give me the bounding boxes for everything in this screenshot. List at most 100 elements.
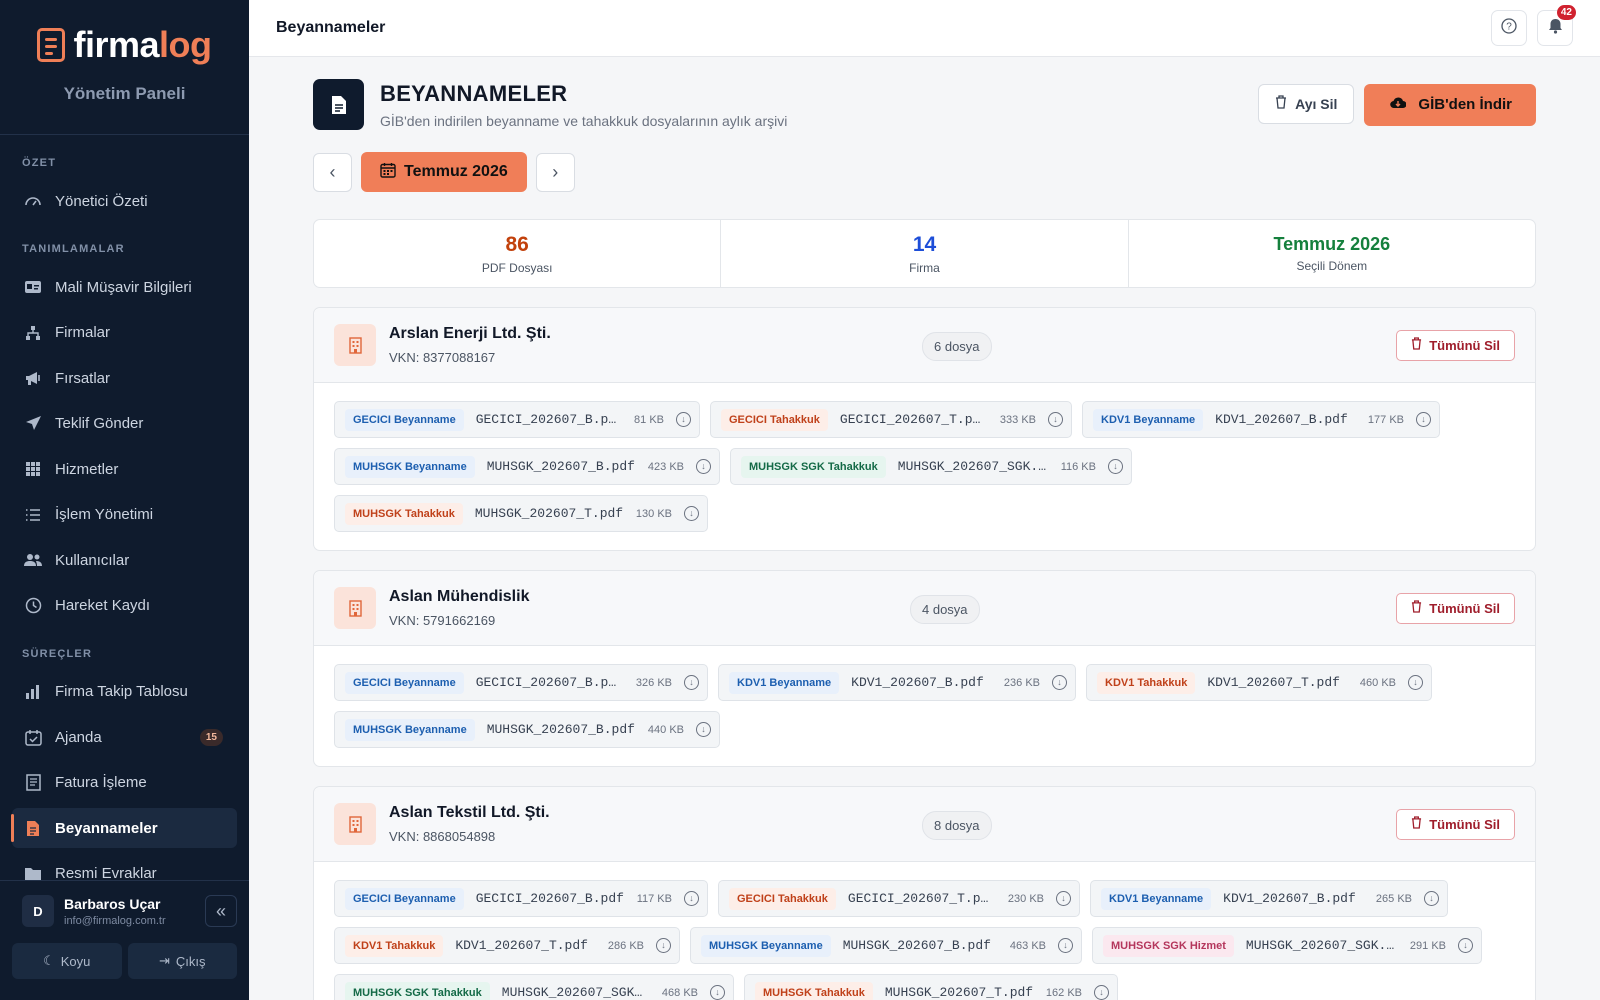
logout-button[interactable]: ⇥ Çıkış: [127, 943, 237, 979]
file-chip[interactable]: MUHSGK Beyanname MUHSGK_202607_B.pdf 463 K…: [690, 927, 1082, 964]
file-size: 130 KB: [635, 507, 672, 520]
file-chip[interactable]: GECICI Tahakkuk GECICI_202607_T.pdf 333 KB…: [710, 401, 1072, 438]
sidebar-item-islem-yonetimi[interactable]: İşlem Yönetimi: [12, 495, 237, 535]
download-icon[interactable]: ↓: [684, 675, 699, 690]
sidebar-item-hizmetler[interactable]: Hizmetler: [12, 449, 237, 489]
building-icon: [334, 587, 376, 629]
sidebar-item-firma-takip[interactable]: Firma Takip Tablosu: [12, 672, 237, 712]
sidebar-item-yonetici-ozeti[interactable]: Yönetici Özeti: [12, 181, 237, 221]
nav-section-label: SÜREÇLER: [22, 647, 93, 660]
download-icon[interactable]: ↓: [684, 506, 699, 521]
topbar-title: Beyannameler: [276, 19, 386, 36]
sidebar-item-firmalar[interactable]: Firmalar: [12, 313, 237, 353]
download-icon[interactable]: ↓: [1058, 938, 1073, 953]
download-icon[interactable]: ↓: [1056, 891, 1071, 906]
download-label: GİB'den İndir: [1418, 96, 1512, 113]
prev-month-button[interactable]: ‹: [313, 152, 352, 192]
calendar-icon: [380, 162, 396, 183]
file-chip[interactable]: MUHSGK Tahakkuk MUHSGK_202607_T.pdf 162 KB…: [744, 974, 1118, 1000]
file-size: 440 KB: [647, 723, 684, 736]
file-size: 81 KB: [634, 413, 664, 426]
file-name: GECICI_202607_B.pdf: [475, 675, 624, 690]
file-name: MUHSGK_202607_SGK.pdf: [501, 985, 650, 1000]
theme-toggle-button[interactable]: ☾ Koyu: [12, 943, 122, 979]
download-icon[interactable]: ↓: [696, 722, 711, 737]
file-chip[interactable]: MUHSGK SGK Hizmet MUHSGK_202607_SGK.pdf 29…: [1092, 927, 1482, 964]
collapse-sidebar-button[interactable]: «: [205, 895, 237, 927]
download-icon[interactable]: ↓: [1052, 675, 1067, 690]
receipt-icon: [23, 773, 43, 793]
stat-value: 86: [505, 232, 529, 256]
sidebar-item-label: Hareket Kaydı: [55, 597, 151, 614]
building-icon: [334, 324, 376, 366]
sidebar-item-firsatlar[interactable]: Fırsatlar: [12, 358, 237, 398]
file-chip[interactable]: KDV1 Tahakkuk KDV1_202607_T.pdf 460 KB ↓: [1086, 664, 1432, 701]
file-name: MUHSGK_202607_T.pdf: [474, 506, 624, 521]
download-icon[interactable]: ↓: [1094, 985, 1109, 1000]
sidebar-item-fatura-isleme[interactable]: Fatura İşleme: [12, 763, 237, 803]
file-chip[interactable]: GECICI Beyanname GECICI_202607_B.pdf 81 KB…: [334, 401, 700, 438]
file-chip[interactable]: KDV1 Beyanname KDV1_202607_B.pdf 265 KB ↓: [1090, 880, 1448, 917]
ajanda-count-badge: 15: [199, 728, 223, 746]
file-chip[interactable]: MUHSGK Tahakkuk MUHSGK_202607_T.pdf 130 KB…: [334, 495, 708, 532]
delete-all-button[interactable]: Tümünü Sil: [1396, 329, 1515, 361]
sidebar-item-mali-musavir[interactable]: Mali Müşavir Bilgileri: [12, 267, 237, 307]
sidebar-item-ajanda[interactable]: Ajanda 15: [12, 717, 237, 757]
sidebar-item-teklif-gonder[interactable]: Teklif Gönder: [12, 404, 237, 444]
file-size: 423 KB: [647, 460, 684, 473]
file-count-badge: 6 dosya: [922, 332, 992, 361]
delete-all-button[interactable]: Tümünü Sil: [1396, 592, 1515, 624]
file-count-badge: 4 dosya: [910, 595, 980, 624]
file-chip[interactable]: MUHSGK SGK Tahakkuk MUHSGK_202607_SGK.pdf…: [730, 448, 1132, 485]
sidebar-item-beyannameler[interactable]: Beyannameler: [11, 808, 237, 848]
sidebar-item-kullanicilar[interactable]: Kullanıcılar: [12, 540, 237, 580]
download-icon[interactable]: ↓: [684, 891, 699, 906]
download-from-gib-button[interactable]: GİB'den İndir: [1364, 83, 1536, 126]
theme-label: Koyu: [60, 953, 91, 969]
sidebar-item-label: Beyannameler: [55, 819, 158, 837]
file-type-tag: GECICI Beyanname: [345, 887, 464, 910]
trash-icon: [1411, 816, 1422, 832]
notifications-button[interactable]: 42: [1537, 5, 1576, 46]
help-button[interactable]: ?: [1491, 10, 1527, 46]
file-chip[interactable]: KDV1 Beyanname KDV1_202607_B.pdf 177 KB ↓: [1082, 401, 1440, 438]
stats-bar: 86 PDF Dosyası 14 Firma Temmuz 2026 Seçili …: [313, 219, 1536, 288]
file-chip[interactable]: GECICI Beyanname GECICI_202607_B.pdf 326 K…: [334, 664, 708, 701]
download-icon[interactable]: ↓: [1458, 938, 1473, 953]
download-icon[interactable]: ↓: [656, 938, 671, 953]
file-chip[interactable]: GECICI Tahakkuk GECICI_202607_T.pdf 230 KB…: [718, 880, 1080, 917]
download-icon[interactable]: ↓: [1108, 459, 1123, 474]
file-list: GECICI Beyanname GECICI_202607_B.pdf 117 K…: [314, 862, 1535, 1000]
company-name: Arslan Enerji Ltd. Şti.: [389, 325, 551, 342]
stat-value: Temmuz 2026: [1273, 234, 1391, 254]
sidebar-item-label: Ajanda: [55, 728, 102, 746]
download-icon[interactable]: ↓: [1048, 412, 1063, 427]
download-icon[interactable]: ↓: [710, 985, 725, 1000]
file-size: 286 KB: [607, 939, 644, 952]
sidebar-item-hareket-kaydi[interactable]: Hareket Kaydı: [12, 586, 237, 626]
double-chevron-left-icon: «: [215, 900, 226, 921]
file-name: GECICI_202607_B.pdf: [475, 412, 623, 427]
sidebar-item-resmi-evraklar[interactable]: Resmi Evraklar: [12, 854, 237, 880]
file-chip[interactable]: KDV1 Tahakkuk KDV1_202607_T.pdf 286 KB ↓: [334, 927, 680, 964]
file-chip[interactable]: GECICI Beyanname GECICI_202607_B.pdf 117 K…: [334, 880, 708, 917]
download-icon[interactable]: ↓: [696, 459, 711, 474]
file-chip[interactable]: MUHSGK Beyanname MUHSGK_202607_B.pdf 423 K…: [334, 448, 720, 485]
download-icon[interactable]: ↓: [1408, 675, 1423, 690]
download-icon[interactable]: ↓: [1424, 891, 1439, 906]
delete-all-button[interactable]: Tümünü Sil: [1396, 808, 1515, 840]
current-period-button[interactable]: Temmuz 2026: [361, 152, 527, 192]
file-type-tag: KDV1 Beyanname: [1093, 408, 1204, 431]
logo[interactable]: firmalog: [37, 24, 212, 66]
stat-label: Seçili Dönem: [1296, 259, 1368, 273]
file-chip[interactable]: MUHSGK SGK Tahakkuk MUHSGK_202607_SGK.pdf…: [334, 974, 734, 1000]
file-type-tag: MUHSGK SGK Tahakkuk: [741, 455, 886, 478]
file-chip[interactable]: MUHSGK Beyanname MUHSGK_202607_B.pdf 440 K…: [334, 711, 720, 748]
file-chip[interactable]: KDV1 Beyanname KDV1_202607_B.pdf 236 KB ↓: [718, 664, 1076, 701]
next-month-button[interactable]: ›: [535, 152, 575, 192]
delete-month-button[interactable]: Ayı Sil: [1258, 83, 1355, 124]
download-icon[interactable]: ↓: [676, 412, 691, 427]
file-size: 333 KB: [999, 413, 1036, 426]
logo-icon: [37, 28, 66, 62]
download-icon[interactable]: ↓: [1416, 412, 1431, 427]
